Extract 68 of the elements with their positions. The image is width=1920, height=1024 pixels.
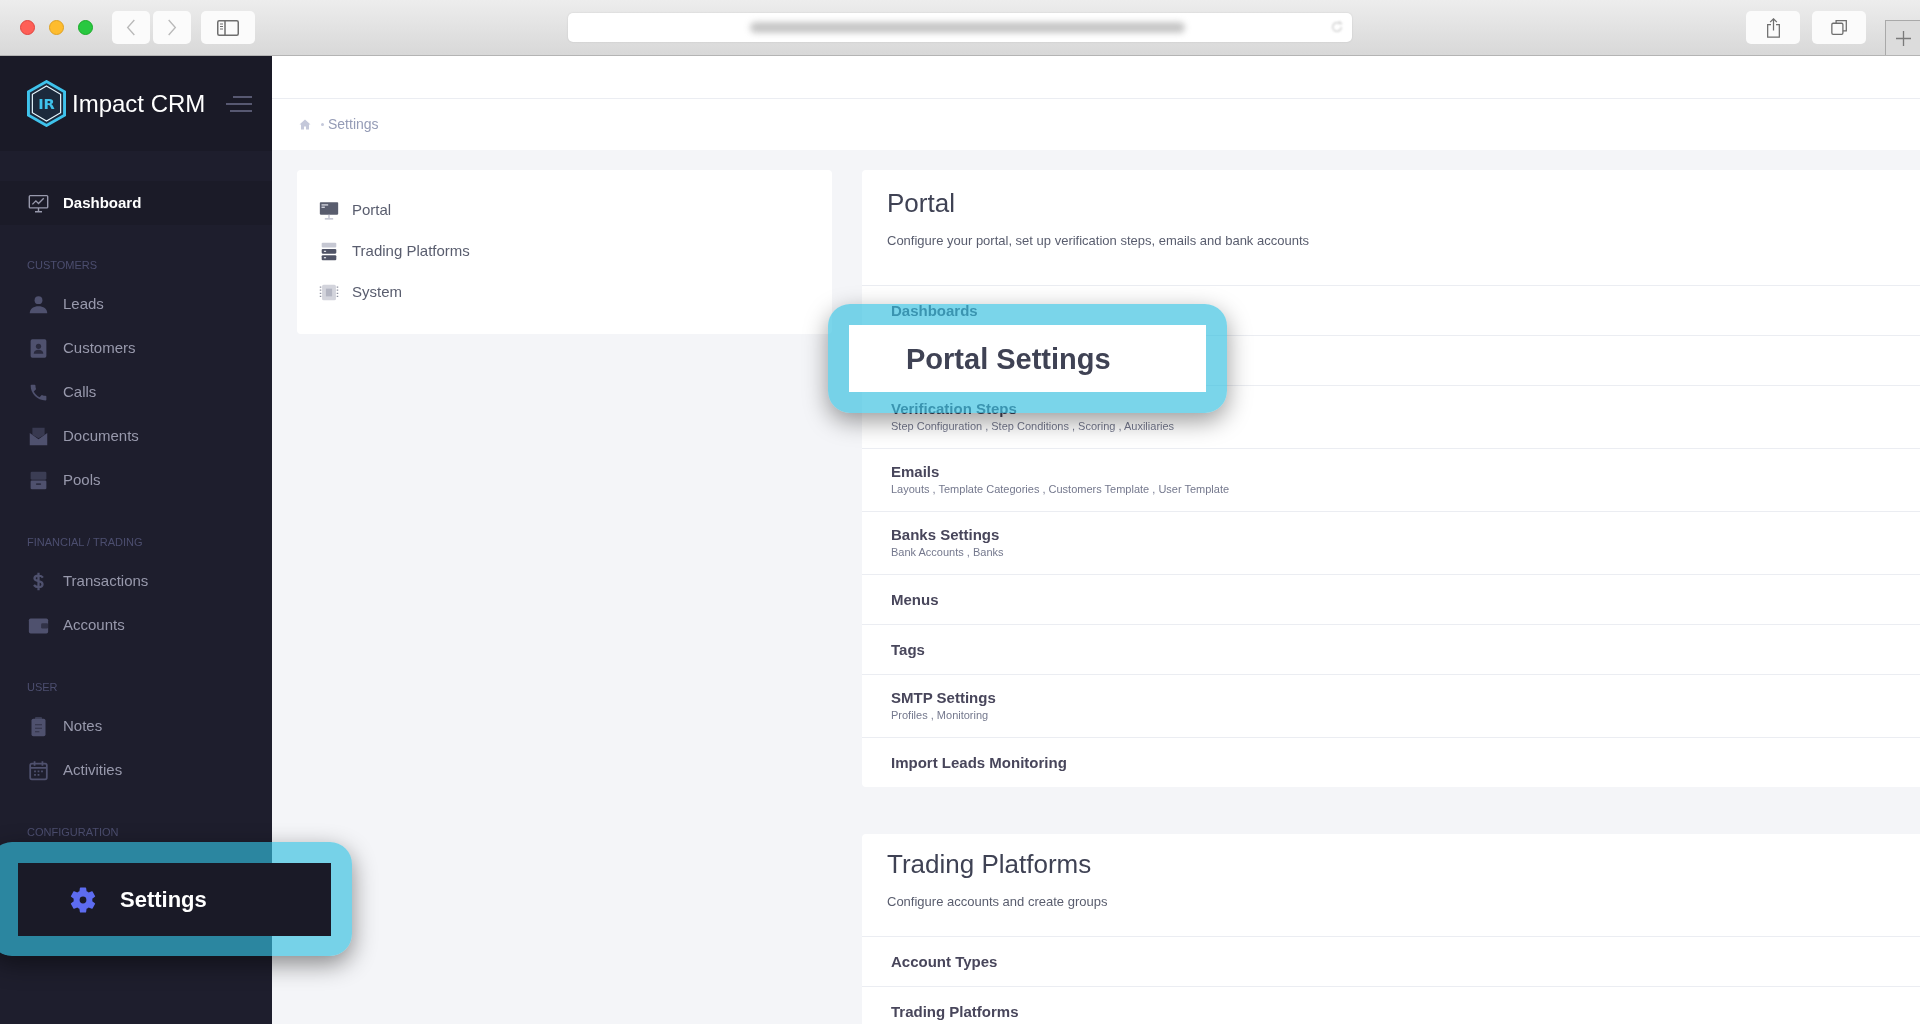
zoom-window-button[interactable]	[78, 20, 93, 35]
panel-description: Configure accounts and create groups	[886, 893, 1108, 911]
logo-mark: IR	[27, 80, 66, 127]
panel-description: Configure your portal, set up verification steps, emails and bank accounts	[886, 232, 1309, 250]
settings-link[interactable]: SMTP Settings	[891, 689, 996, 707]
settings-link[interactable]: Tags	[891, 640, 925, 659]
nav-item[interactable]: Customers	[0, 326, 272, 370]
gear-icon	[70, 886, 96, 913]
chevron-right-icon	[167, 19, 177, 36]
settings-link[interactable]: Account Types	[891, 952, 998, 971]
nav-item[interactable]: Documents	[0, 414, 272, 458]
settings-link[interactable]: Import Leads Monitoring	[891, 753, 1067, 772]
nav-item[interactable]: Settings	[18, 863, 331, 936]
nav-item[interactable]: Accounts	[0, 603, 272, 647]
settings-link[interactable]: Trading Platforms	[891, 1002, 1019, 1021]
monitor-chart-icon	[28, 192, 49, 214]
tabs-button[interactable]	[1812, 11, 1866, 44]
nav-item[interactable]: Transactions	[0, 559, 272, 603]
nav-section-heading: CONFIGURATION	[26, 825, 119, 839]
share-button[interactable]	[1746, 11, 1800, 44]
calendar-icon	[28, 759, 49, 781]
inbox-icon	[28, 425, 49, 447]
nav-item[interactable]: Notes	[0, 704, 272, 748]
settings-menu-item[interactable]: System	[319, 272, 402, 313]
settings-menu-item[interactable]: Trading Platforms	[319, 231, 470, 272]
reload-icon	[1330, 20, 1344, 34]
home-icon[interactable]	[299, 119, 311, 130]
forward-button[interactable]	[153, 11, 191, 44]
nav-item[interactable]: Dashboard	[0, 181, 272, 225]
menu-toggle-button[interactable]	[226, 95, 252, 112]
nav-section-heading: FINANCIAL / TRADING	[26, 535, 143, 549]
settings-link[interactable]: Banks Settings	[891, 526, 1000, 544]
link-subtitle: Profiles , Monitoring	[891, 708, 989, 723]
nav-section-heading: CUSTOMERS	[26, 258, 98, 272]
panel-title: Trading Platforms	[886, 848, 1092, 880]
minimize-window-button[interactable]	[49, 20, 64, 35]
breadcrumb-separator-icon	[321, 123, 324, 126]
breadcrumb-item: Settings	[328, 115, 379, 134]
nav-item[interactable]: Pools	[0, 458, 272, 502]
person-icon	[28, 293, 49, 315]
share-icon	[1765, 17, 1781, 38]
monitor-icon	[319, 201, 339, 220]
drawer-icon	[28, 469, 49, 491]
settings-link[interactable]: Emails	[891, 463, 940, 481]
link-subtitle: Layouts , Template Categories , Customers Template , User Template	[891, 482, 1230, 497]
nav-item[interactable]: Calls	[0, 370, 272, 414]
link-subtitle: Step Configuration , Step Conditions , Scoring , Auxiliaries	[891, 419, 1175, 434]
tabs-icon	[1830, 19, 1848, 36]
link-subtitle: Bank Accounts , Banks	[891, 545, 1004, 560]
new-tab-button[interactable]	[1885, 20, 1920, 55]
server-icon	[319, 242, 339, 261]
nav-item[interactable]: Leads	[0, 282, 272, 326]
panel-title: Portal	[886, 187, 955, 219]
settings-link[interactable]: Menus	[891, 590, 939, 609]
menu-icon	[226, 95, 252, 112]
close-window-button[interactable]	[20, 20, 35, 35]
contact-card-icon	[28, 337, 49, 359]
settings-menu-item[interactable]: Portal	[319, 190, 392, 231]
back-button[interactable]	[112, 11, 150, 44]
chip-icon	[319, 283, 339, 302]
chevron-left-icon	[126, 19, 136, 36]
plus-icon	[1895, 30, 1911, 46]
sidebar-icon	[217, 19, 239, 36]
nav-section-heading: USER	[26, 680, 58, 694]
address-bar[interactable]	[568, 13, 1352, 42]
nav-item[interactable]: Activities	[0, 748, 272, 792]
brand-name: Impact CRM	[72, 88, 206, 119]
sidebar-toggle-button[interactable]	[201, 11, 255, 44]
